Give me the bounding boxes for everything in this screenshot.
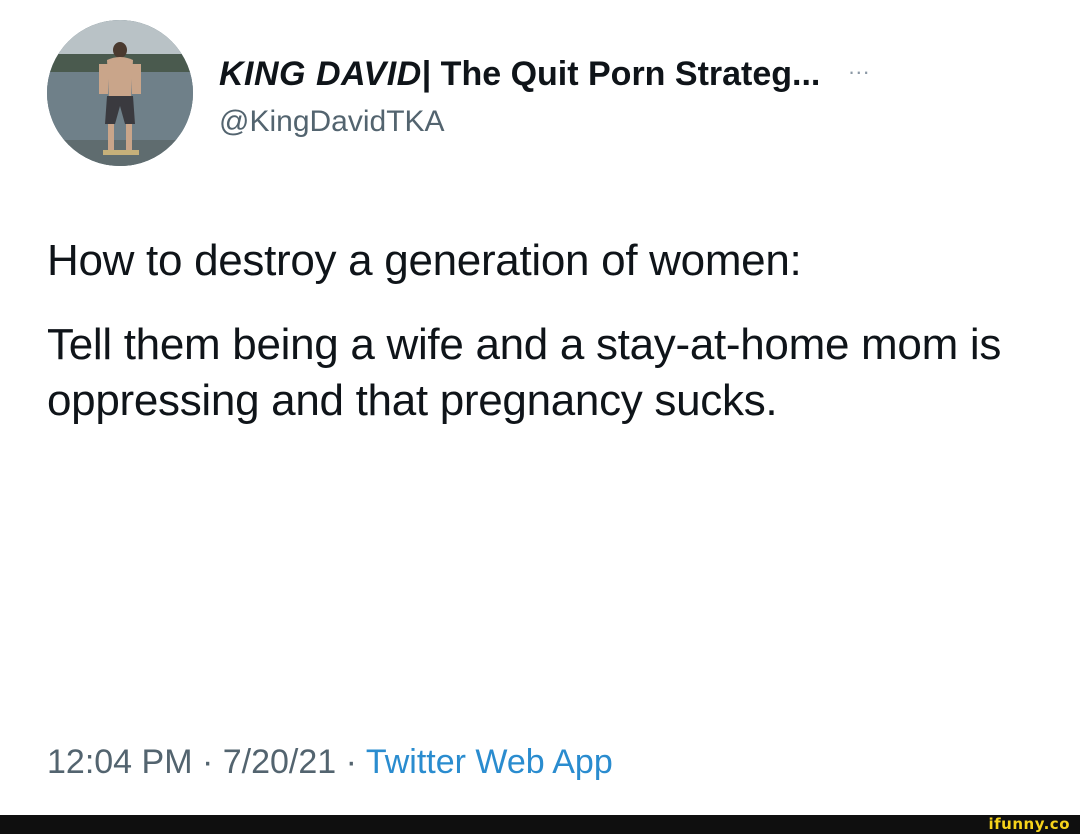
display-name[interactable]: KING DAVID| The Quit Porn Strateg... ···: [219, 52, 1019, 94]
tweet-time[interactable]: 12:04 PM: [47, 743, 193, 781]
tweet-paragraph: Tell them being a wife and a stay-at-hom…: [47, 320, 1002, 425]
tweet-source[interactable]: Twitter Web App: [366, 743, 613, 781]
tweet-paragraph: How to destroy a generation of women:: [47, 236, 802, 285]
avatar-photo: [47, 20, 193, 166]
tweet-text: How to destroy a generation of women: Te…: [47, 233, 1037, 457]
tweet-meta: 12:04 PM · 7/20/21 · Twitter Web App: [47, 743, 613, 782]
tweet-header: KING DAVID| The Quit Porn Strateg... ···…: [47, 20, 1047, 170]
tweet-date[interactable]: 7/20/21: [223, 743, 336, 781]
author-info: KING DAVID| The Quit Porn Strateg... ···…: [219, 52, 1019, 142]
meta-separator: ·: [336, 743, 366, 781]
more-options-icon[interactable]: ···: [848, 59, 870, 84]
meta-separator: ·: [192, 743, 223, 781]
watermark-logo: ifunny.co: [988, 815, 1070, 833]
display-name-rest: | The Quit Porn Strateg...: [421, 55, 821, 93]
avatar[interactable]: [47, 20, 193, 166]
tweet-screenshot: KING DAVID| The Quit Porn Strateg... ···…: [0, 0, 1080, 834]
watermark-bar: ifunny.co: [0, 815, 1080, 834]
display-name-italic: KING DAVID: [219, 55, 422, 93]
author-handle[interactable]: @KingDavidTKA: [219, 102, 1019, 142]
